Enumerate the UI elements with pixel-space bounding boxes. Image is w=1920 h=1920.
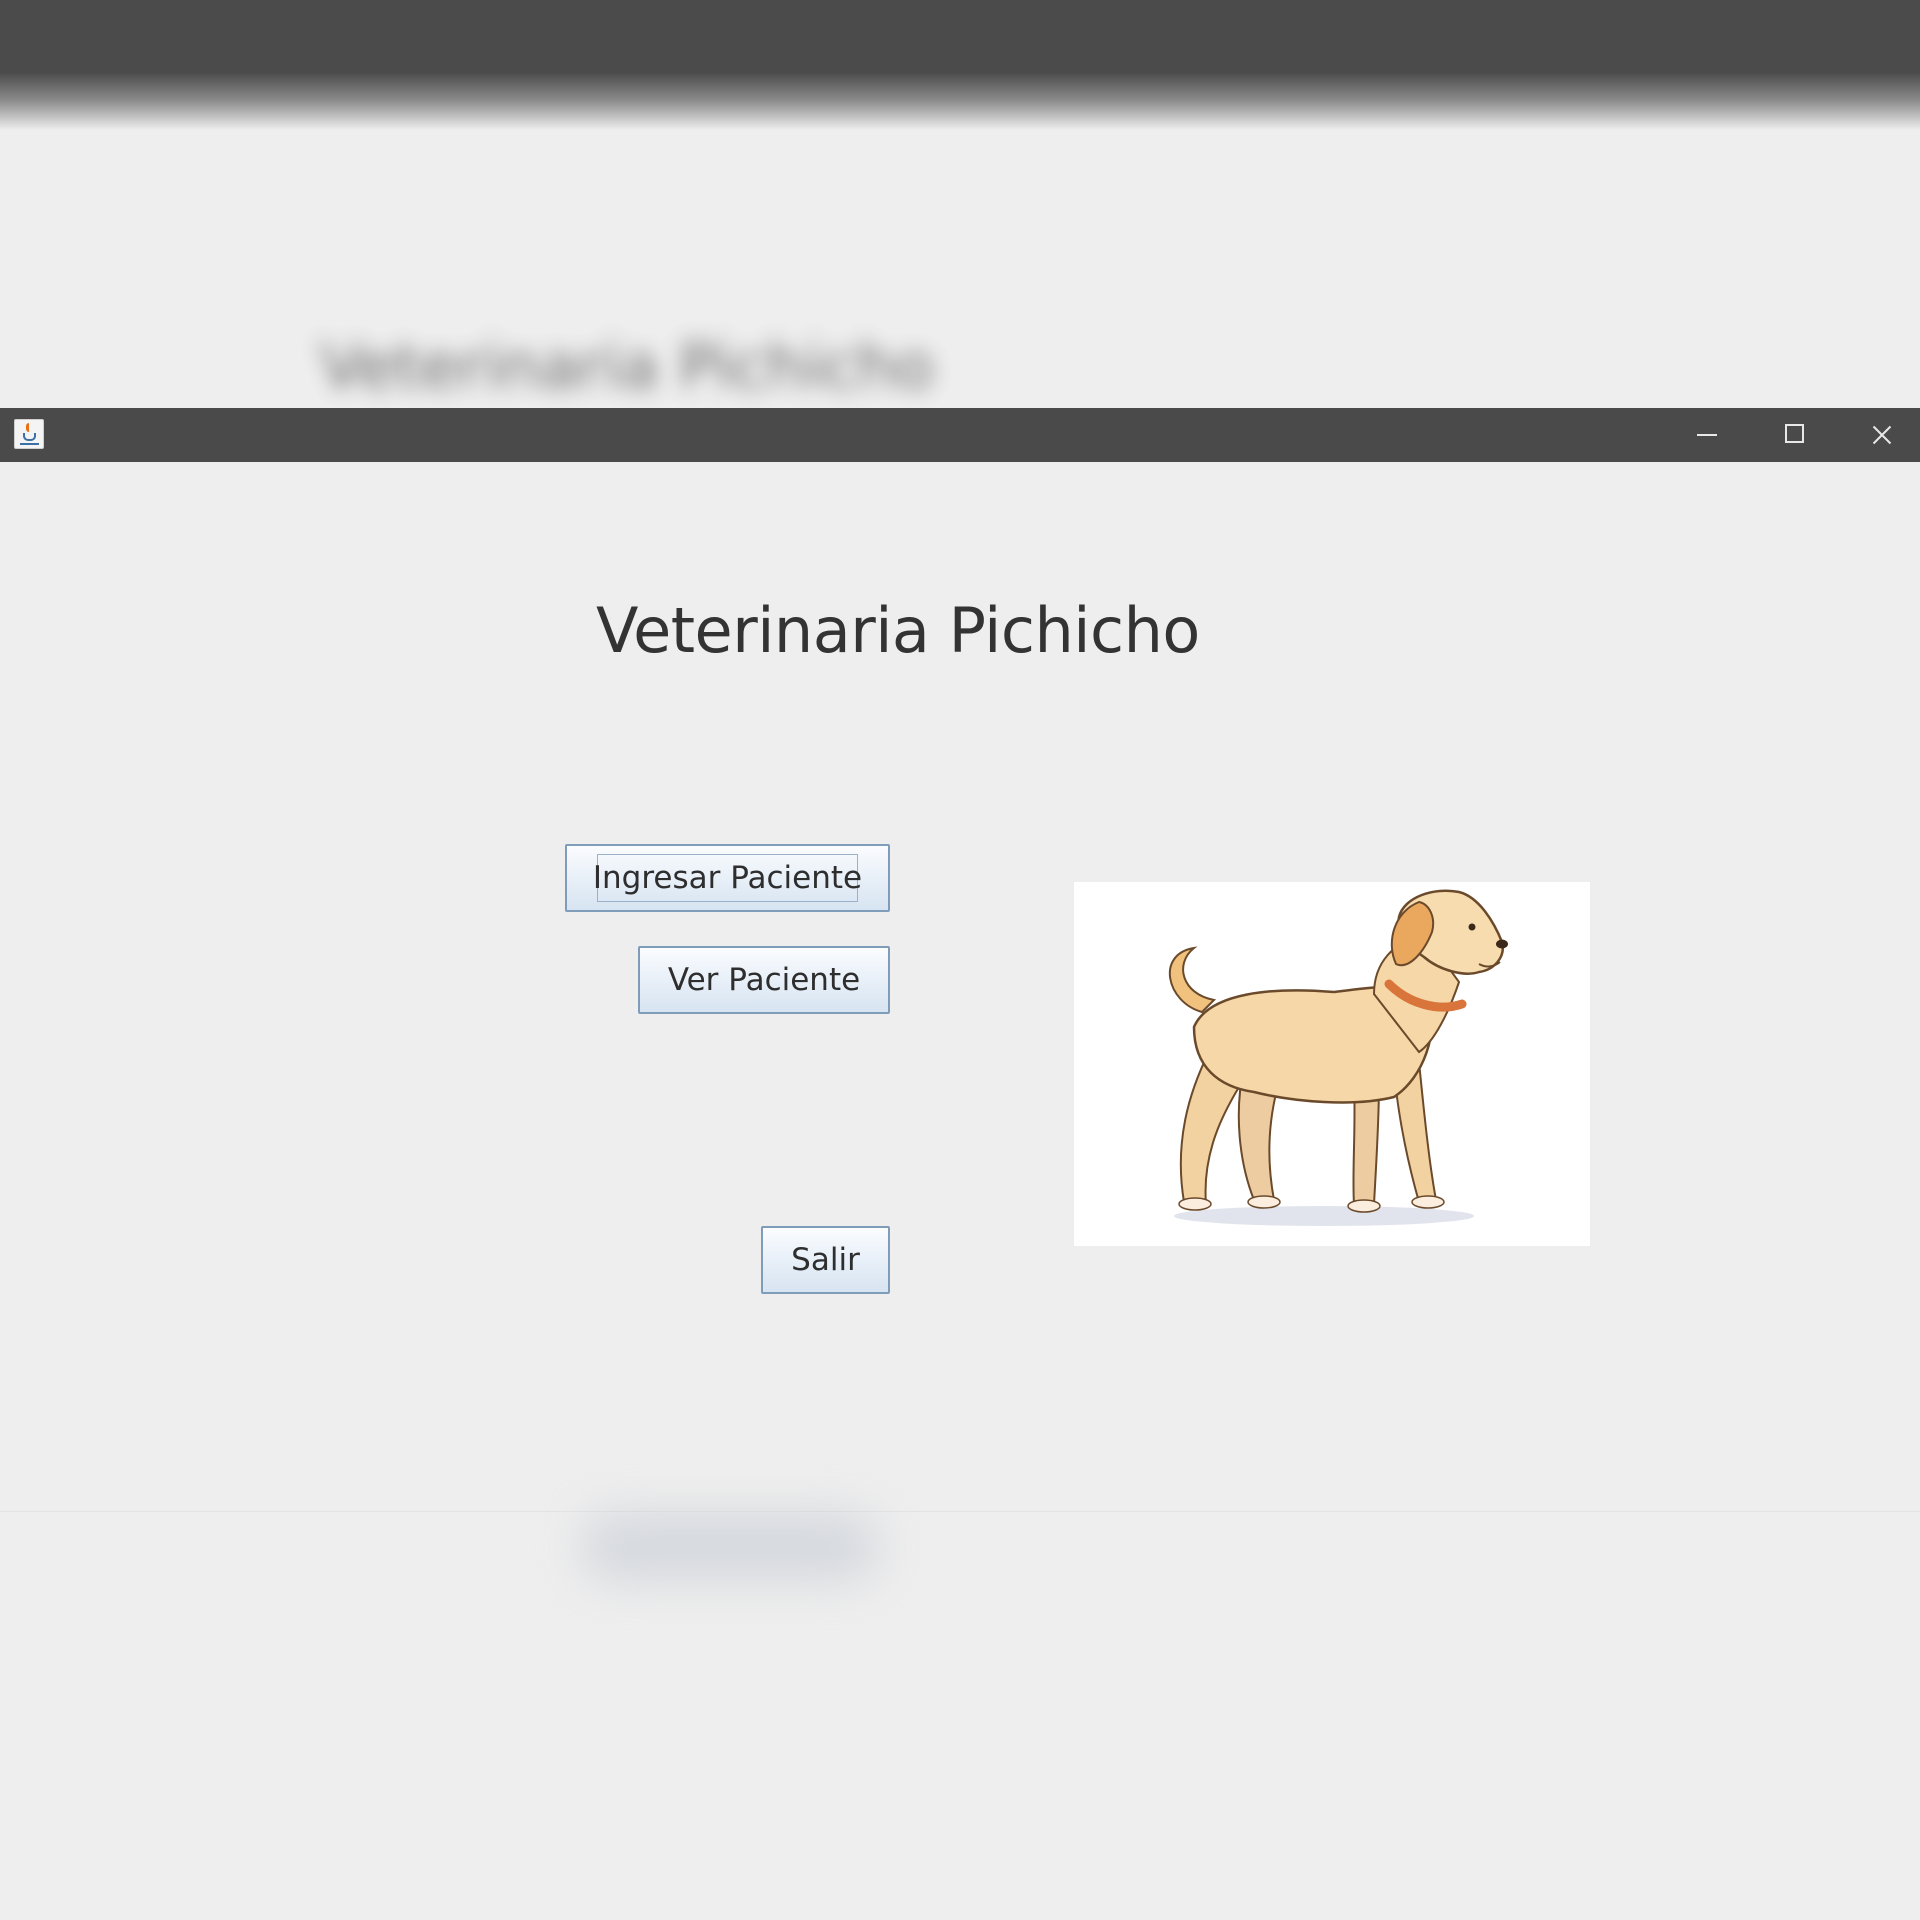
ver-paciente-label: Ver Paciente <box>667 962 861 998</box>
app-window: Veterinaria Pichicho Ingresar Paciente V… <box>0 408 1920 1512</box>
minimize-button[interactable] <box>1662 408 1750 462</box>
close-button[interactable] <box>1838 408 1920 462</box>
maximize-icon <box>1785 424 1804 443</box>
background-shadow <box>580 1512 880 1582</box>
background-window-title: Veterinaria Pichicho <box>320 330 934 403</box>
background-window-titlebar <box>0 0 1920 130</box>
page-title: Veterinaria Pichicho <box>596 594 1200 667</box>
java-cup-icon[interactable] <box>14 419 44 449</box>
ingresar-paciente-button[interactable]: Ingresar Paciente <box>565 844 890 912</box>
salir-label: Salir <box>791 1242 860 1278</box>
salir-button[interactable]: Salir <box>761 1226 890 1294</box>
ingresar-paciente-label: Ingresar Paciente <box>592 860 863 896</box>
dog-illustration-icon <box>1168 889 1508 1226</box>
dog-image <box>1074 882 1590 1246</box>
maximize-button[interactable] <box>1750 408 1838 462</box>
window-titlebar[interactable] <box>0 408 1920 462</box>
ver-paciente-button[interactable]: Ver Paciente <box>638 946 890 1014</box>
screen: Veterinaria Pichicho Veterinaria Pichich… <box>0 0 1920 1920</box>
minimize-icon <box>1697 434 1717 436</box>
